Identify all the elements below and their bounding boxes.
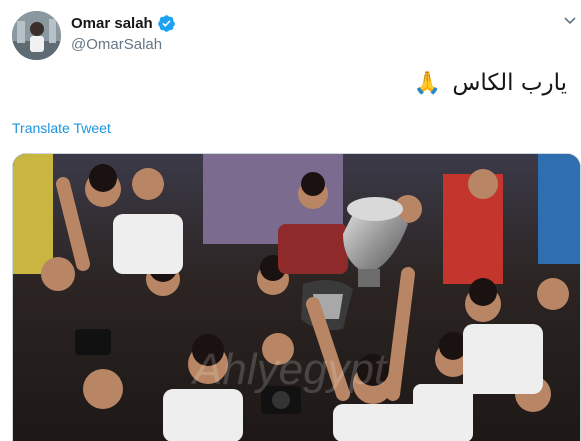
author-handle[interactable]: @OmarSalah — [71, 36, 162, 53]
celebration-photo: Ahlyegypt — [13, 154, 580, 441]
verified-badge-icon — [157, 14, 176, 33]
tweet-body: يارب الكاس — [452, 70, 567, 96]
author-name-row[interactable]: Omar salah — [71, 14, 176, 33]
translate-tweet-link[interactable]: Translate Tweet — [12, 120, 111, 136]
photo-watermark: Ahlyegypt — [190, 345, 388, 394]
avatar-image — [12, 11, 61, 60]
tweet-text: يارب الكاس 🙏 — [414, 70, 567, 96]
author-display-name[interactable]: Omar salah — [71, 15, 153, 32]
avatar[interactable] — [12, 11, 61, 60]
tweet-photo[interactable]: Ahlyegypt — [12, 153, 581, 441]
chevron-down-icon[interactable] — [562, 12, 578, 28]
folded-hands-emoji-icon: 🙏 — [413, 71, 442, 96]
